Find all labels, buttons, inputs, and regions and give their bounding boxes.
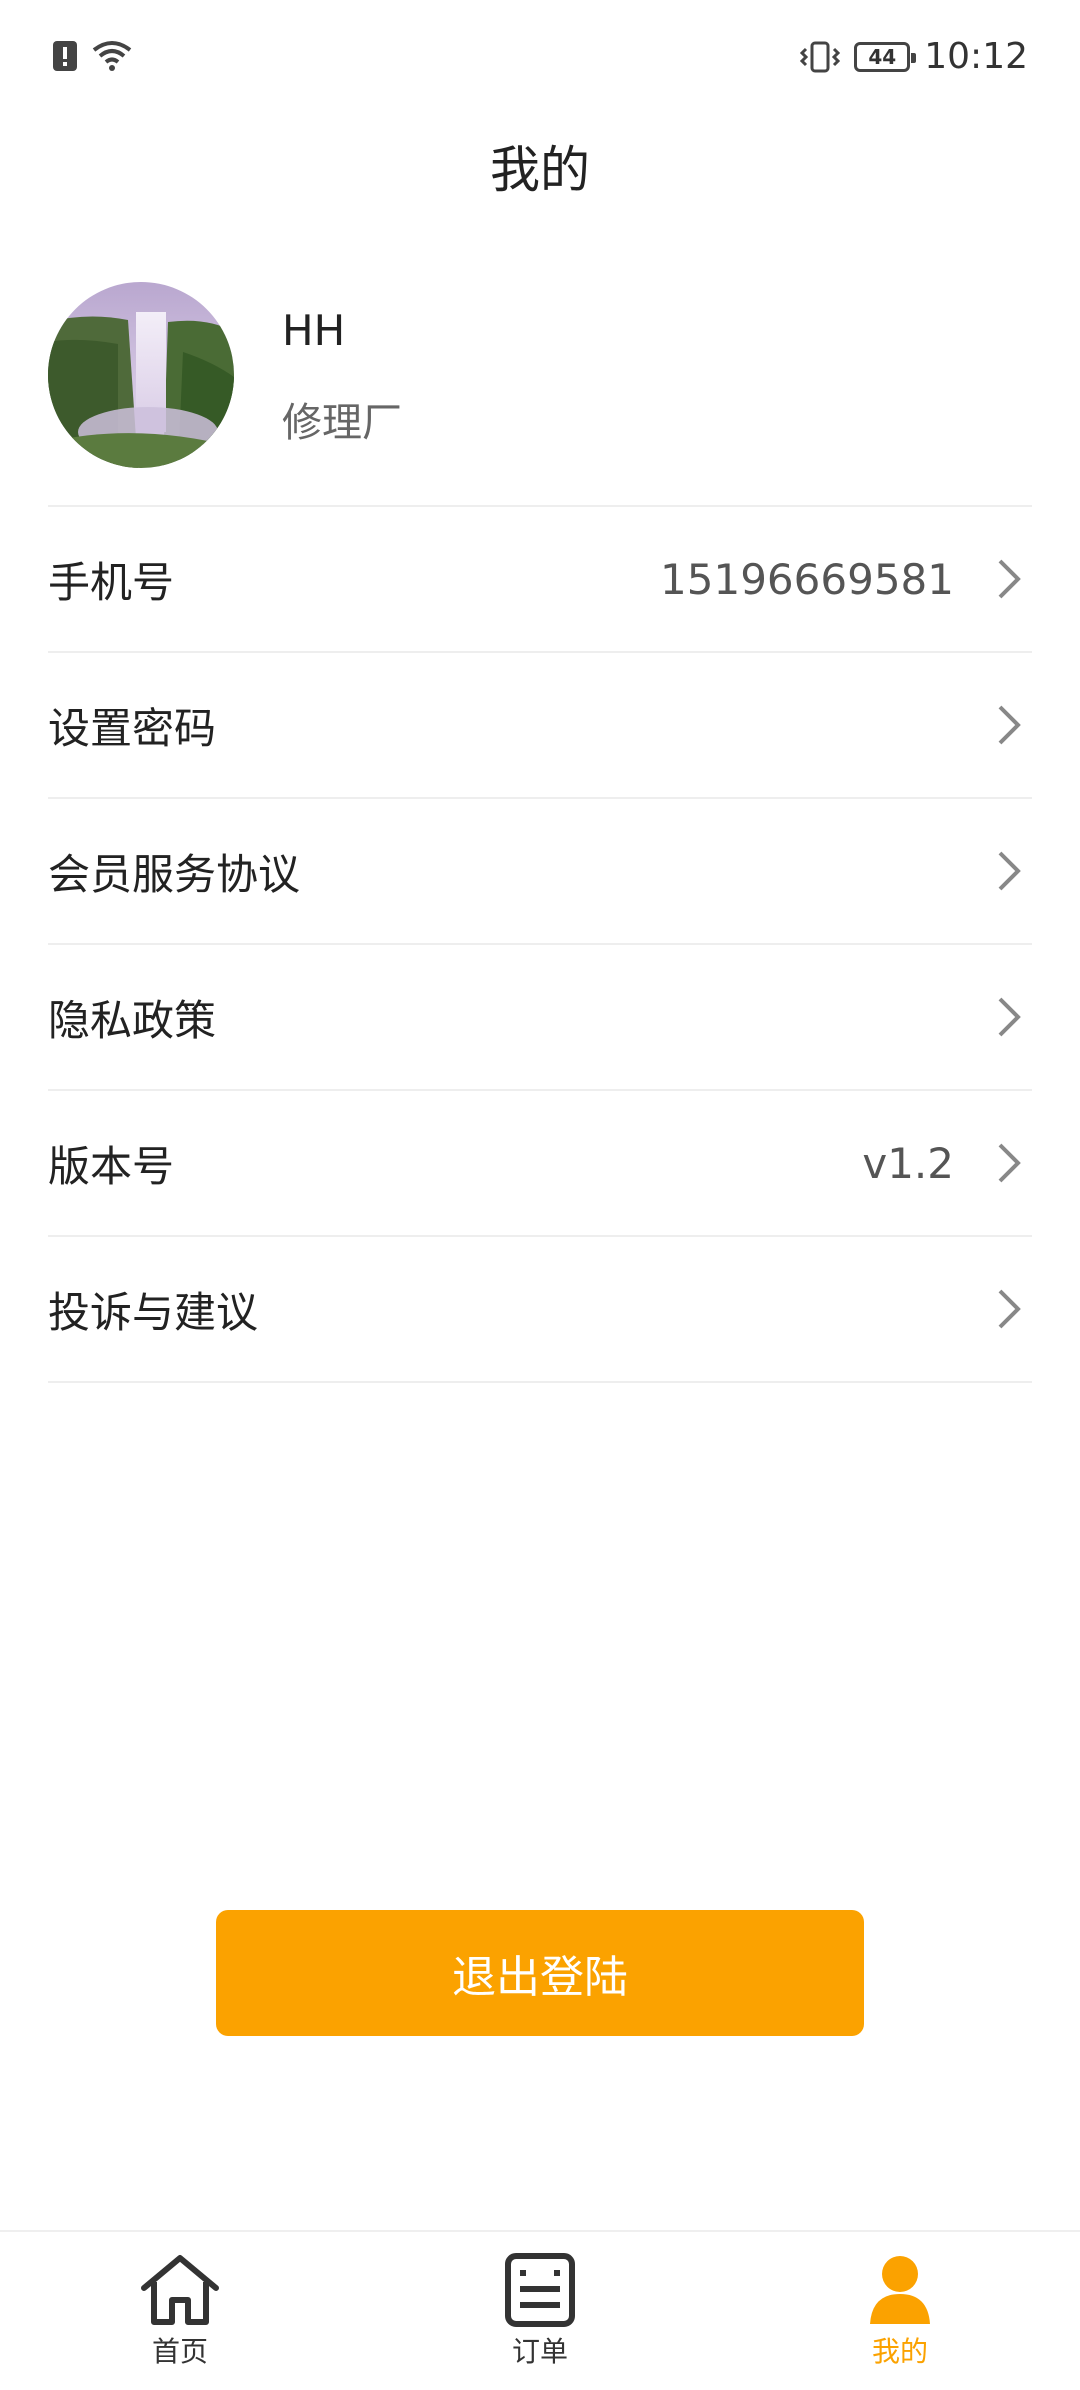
nav-label: 首页 xyxy=(151,2335,208,2368)
person-icon xyxy=(870,2256,930,2324)
nav-item-mine[interactable]: 我的 xyxy=(820,2252,980,2370)
menu-item-label: 设置密码 xyxy=(48,703,217,753)
chevron-right-icon xyxy=(998,997,1021,1037)
status-bar: 44 10:12 xyxy=(0,0,1080,110)
menu-item-privacy-policy[interactable]: 隐私政策 xyxy=(48,945,1032,1091)
menu-item-feedback[interactable]: 投诉与建议 xyxy=(48,1237,1032,1383)
profile-name: HH xyxy=(282,306,346,355)
vibrate-icon xyxy=(800,41,841,72)
settings-menu: 手机号 15196669581 设置密码 会员服务协议 隐私政策 版本号 v1.… xyxy=(48,505,1032,1383)
avatar[interactable] xyxy=(48,282,234,468)
menu-item-label: 手机号 xyxy=(48,557,175,607)
page-title: 我的 xyxy=(490,141,590,199)
wifi-icon xyxy=(92,41,132,71)
chevron-right-icon xyxy=(998,705,1021,745)
nav-item-home[interactable]: 首页 xyxy=(100,2252,260,2370)
order-icon xyxy=(505,2253,575,2327)
profile-role: 修理厂 xyxy=(282,400,402,446)
home-icon xyxy=(141,2255,219,2325)
menu-item-phone[interactable]: 手机号 15196669581 xyxy=(48,507,1032,653)
chevron-right-icon xyxy=(998,1289,1021,1329)
alert-icon xyxy=(53,41,77,71)
bottom-nav: 首页 订单 我的 xyxy=(0,2230,1080,2390)
chevron-right-icon xyxy=(998,1143,1021,1183)
status-time: 10:12 xyxy=(924,36,1028,77)
menu-item-version[interactable]: 版本号 v1.2 xyxy=(48,1091,1032,1237)
battery-icon: 44 xyxy=(854,41,917,72)
menu-item-label: 投诉与建议 xyxy=(48,1287,259,1337)
phone-number-value: 15196669581 xyxy=(660,554,954,604)
battery-level: 44 xyxy=(868,44,897,69)
menu-item-set-password[interactable]: 设置密码 xyxy=(48,653,1032,799)
nav-item-orders[interactable]: 订单 xyxy=(460,2252,620,2370)
avatar-image xyxy=(48,282,234,468)
menu-item-member-agreement[interactable]: 会员服务协议 xyxy=(48,799,1032,945)
menu-item-label: 隐私政策 xyxy=(48,995,217,1045)
chevron-right-icon xyxy=(998,559,1021,599)
logout-button[interactable]: 退出登陆 xyxy=(216,1910,864,2036)
menu-item-label: 版本号 xyxy=(48,1141,175,1191)
nav-label: 订单 xyxy=(511,2335,568,2368)
chevron-right-icon xyxy=(998,851,1021,891)
nav-label: 我的 xyxy=(871,2335,928,2368)
version-value: v1.2 xyxy=(862,1138,954,1188)
menu-item-label: 会员服务协议 xyxy=(48,849,301,899)
